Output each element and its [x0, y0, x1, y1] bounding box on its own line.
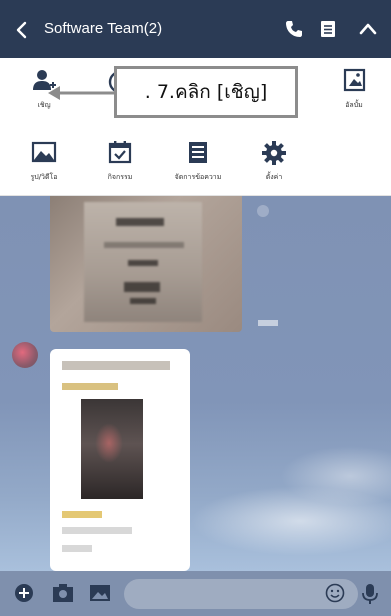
background-cloud [190, 486, 391, 556]
card-blurred-line [62, 527, 132, 534]
camera-icon[interactable] [52, 583, 74, 603]
message-input[interactable] [124, 579, 358, 609]
menu-item-album[interactable]: อัลบั้ม [322, 68, 386, 124]
menu-item-label: อัลบั้ม [345, 101, 363, 109]
card-blurred-subtitle [62, 383, 118, 390]
photo-video-icon [31, 141, 57, 163]
add-icon[interactable] [14, 583, 34, 603]
message-input-bar [0, 571, 391, 616]
phone-icon[interactable] [284, 19, 304, 39]
card-message[interactable] [50, 349, 190, 571]
avatar[interactable] [12, 342, 38, 368]
menu-item-settings[interactable]: ตั้งค่า [242, 140, 306, 196]
event-icon [108, 141, 132, 164]
message-time [258, 320, 278, 326]
chat-area[interactable] [0, 196, 391, 571]
share-icon[interactable] [256, 204, 270, 218]
collapse-icon[interactable] [358, 19, 378, 39]
card-blurred-line [62, 545, 92, 552]
instruction-callout: . 7.คลิก [เชิญ] [114, 66, 298, 118]
blurred-photo [84, 202, 202, 322]
mic-icon[interactable] [362, 583, 378, 605]
annotation-arrow [48, 86, 114, 100]
album-icon [343, 68, 366, 92]
image-icon[interactable] [89, 583, 111, 603]
callout-text: . 7.คลิก [เชิญ] [144, 81, 268, 103]
settings-icon [262, 141, 286, 165]
card-blurred-photo [81, 399, 143, 499]
menu-item-label: รูป/วิดีโอ [30, 173, 58, 181]
card-blurred-line [62, 511, 102, 518]
menu-item-photo-video[interactable]: รูป/วิดีโอ [12, 140, 76, 196]
notes-list-icon [189, 142, 207, 163]
chat-header: Software Team(2) [0, 0, 391, 58]
emoji-icon[interactable] [325, 583, 345, 603]
menu-item-label: กิจกรรม [107, 173, 133, 181]
back-icon[interactable] [14, 20, 30, 40]
card-blurred-title [62, 361, 170, 370]
menu-item-label: จัดการข้อความ [174, 173, 222, 181]
notes-icon[interactable] [318, 19, 338, 39]
chat-title: Software Team(2) [44, 20, 163, 37]
menu-item-notes[interactable]: จัดการข้อความ [166, 140, 230, 196]
image-message[interactable] [50, 196, 242, 332]
menu-item-event[interactable]: กิจกรรม [88, 140, 152, 196]
menu-item-label: ตั้งค่า [265, 173, 283, 181]
